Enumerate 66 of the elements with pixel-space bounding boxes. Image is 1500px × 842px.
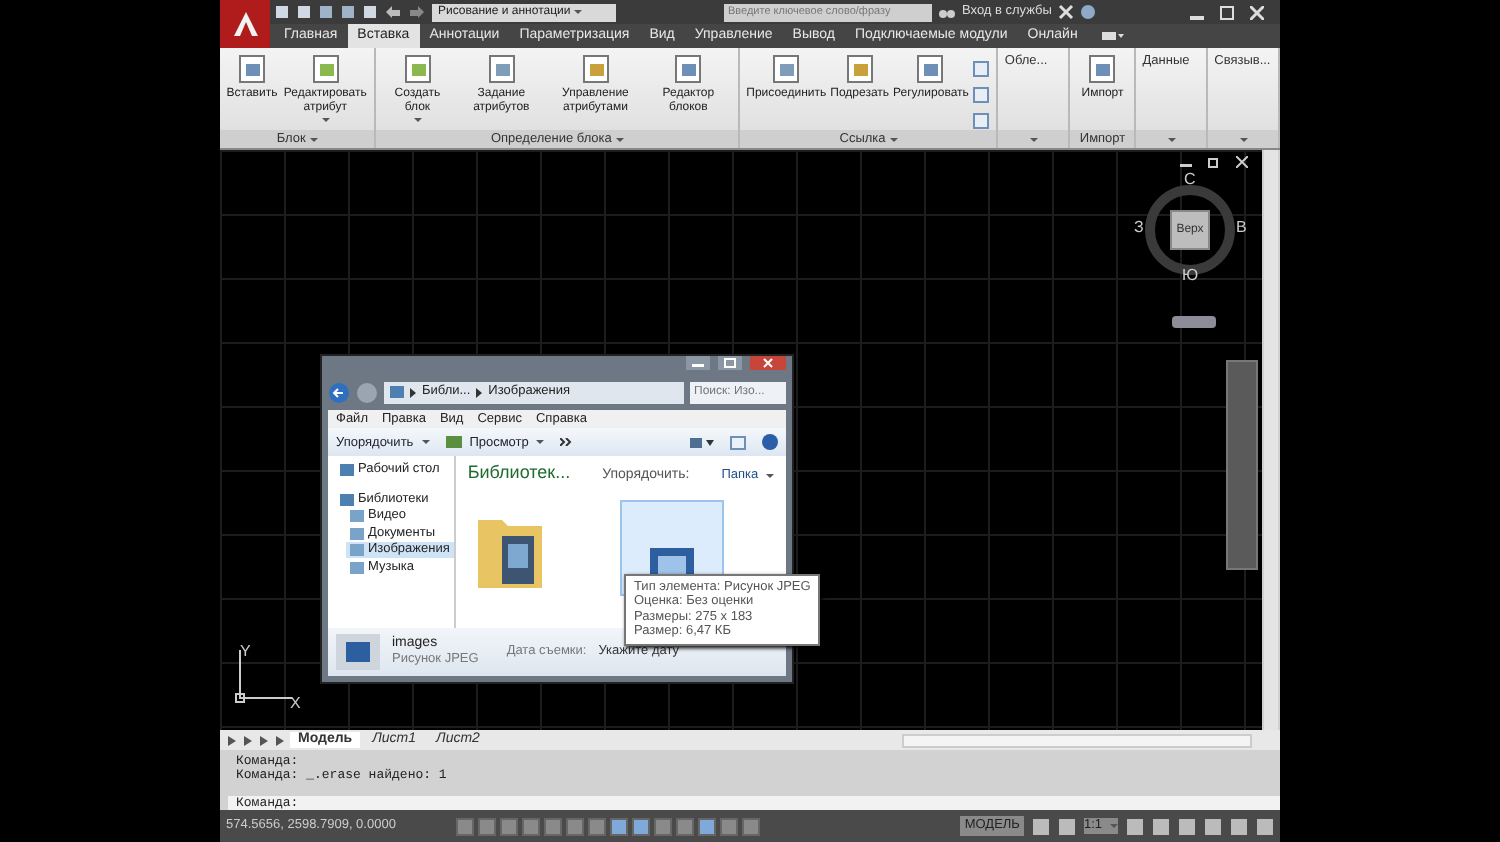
status-toggle[interactable] bbox=[565, 817, 584, 835]
compass-ring bbox=[1142, 182, 1238, 278]
status-toggle[interactable] bbox=[543, 817, 562, 835]
caret-icon bbox=[1110, 822, 1118, 830]
first-tab-icon[interactable] bbox=[226, 733, 238, 747]
more-icon[interactable] bbox=[560, 438, 573, 447]
caret-icon[interactable] bbox=[1029, 135, 1038, 143]
status-toggle[interactable] bbox=[499, 817, 518, 835]
status-toggle[interactable] bbox=[521, 817, 540, 835]
document-icon bbox=[483, 52, 520, 88]
undo-icon[interactable] bbox=[384, 4, 402, 20]
chevron-icon bbox=[410, 387, 416, 397]
close-icon[interactable] bbox=[1250, 5, 1264, 19]
caret-icon bbox=[574, 8, 583, 16]
status-toggle[interactable] bbox=[631, 817, 650, 835]
compass-east-label[interactable]: В bbox=[1236, 218, 1247, 237]
document-icon bbox=[577, 52, 614, 88]
chevron-icon bbox=[476, 387, 483, 397]
document-icon bbox=[912, 52, 949, 88]
document-icon bbox=[1084, 52, 1121, 88]
status-toggle[interactable] bbox=[587, 817, 606, 835]
status-toggle[interactable] bbox=[741, 817, 760, 835]
restore-icon[interactable] bbox=[1208, 156, 1220, 168]
document-icon bbox=[399, 52, 436, 88]
redo-icon[interactable] bbox=[408, 4, 426, 20]
app-menu-button[interactable] bbox=[220, 0, 270, 48]
status-toggle[interactable] bbox=[675, 817, 694, 835]
next-tab-icon[interactable] bbox=[258, 733, 270, 747]
binoculars-icon[interactable] bbox=[938, 4, 956, 20]
document-icon bbox=[307, 52, 344, 88]
status-toggle[interactable] bbox=[609, 817, 628, 835]
status-toggle[interactable] bbox=[455, 817, 474, 835]
image-file-icon bbox=[336, 634, 380, 670]
caret-icon bbox=[536, 438, 545, 447]
back-icon[interactable] bbox=[328, 381, 350, 403]
caret-icon[interactable] bbox=[1239, 135, 1248, 143]
document-icon bbox=[768, 52, 805, 88]
caret-icon[interactable] bbox=[889, 135, 898, 143]
scrollbar[interactable] bbox=[1264, 150, 1278, 730]
caret-icon[interactable] bbox=[615, 135, 624, 143]
caret-icon bbox=[766, 472, 775, 481]
close-icon[interactable] bbox=[1236, 156, 1248, 168]
status-toggle[interactable] bbox=[719, 817, 738, 835]
axis-label: Y bbox=[240, 642, 251, 661]
maximize-icon[interactable] bbox=[1220, 5, 1234, 19]
status-toggle[interactable] bbox=[697, 817, 716, 835]
axis-label: X bbox=[290, 694, 301, 713]
preview-pane-icon[interactable] bbox=[730, 435, 746, 450]
document-icon bbox=[234, 52, 270, 88]
caret-icon bbox=[421, 438, 430, 447]
letter-a-logo-icon bbox=[231, 10, 259, 38]
library-heading: Библиотек... bbox=[467, 462, 571, 484]
view-options-icon[interactable] bbox=[690, 435, 714, 450]
compass-south-label[interactable]: Ю bbox=[1182, 266, 1199, 285]
status-toggle[interactable] bbox=[653, 817, 672, 835]
document-icon bbox=[841, 52, 878, 88]
compass-west-label[interactable]: З bbox=[1134, 218, 1144, 237]
status-toggle[interactable] bbox=[477, 817, 496, 835]
document-icon bbox=[670, 52, 707, 88]
caret-icon[interactable] bbox=[1167, 135, 1176, 143]
ucs-menu-button[interactable] bbox=[1172, 316, 1216, 328]
scrollbar[interactable] bbox=[902, 733, 1252, 747]
compass-north-label[interactable]: С bbox=[1184, 170, 1196, 189]
last-tab-icon[interactable] bbox=[274, 733, 286, 747]
prev-tab-icon[interactable] bbox=[242, 733, 254, 747]
caret-icon[interactable] bbox=[309, 135, 318, 143]
